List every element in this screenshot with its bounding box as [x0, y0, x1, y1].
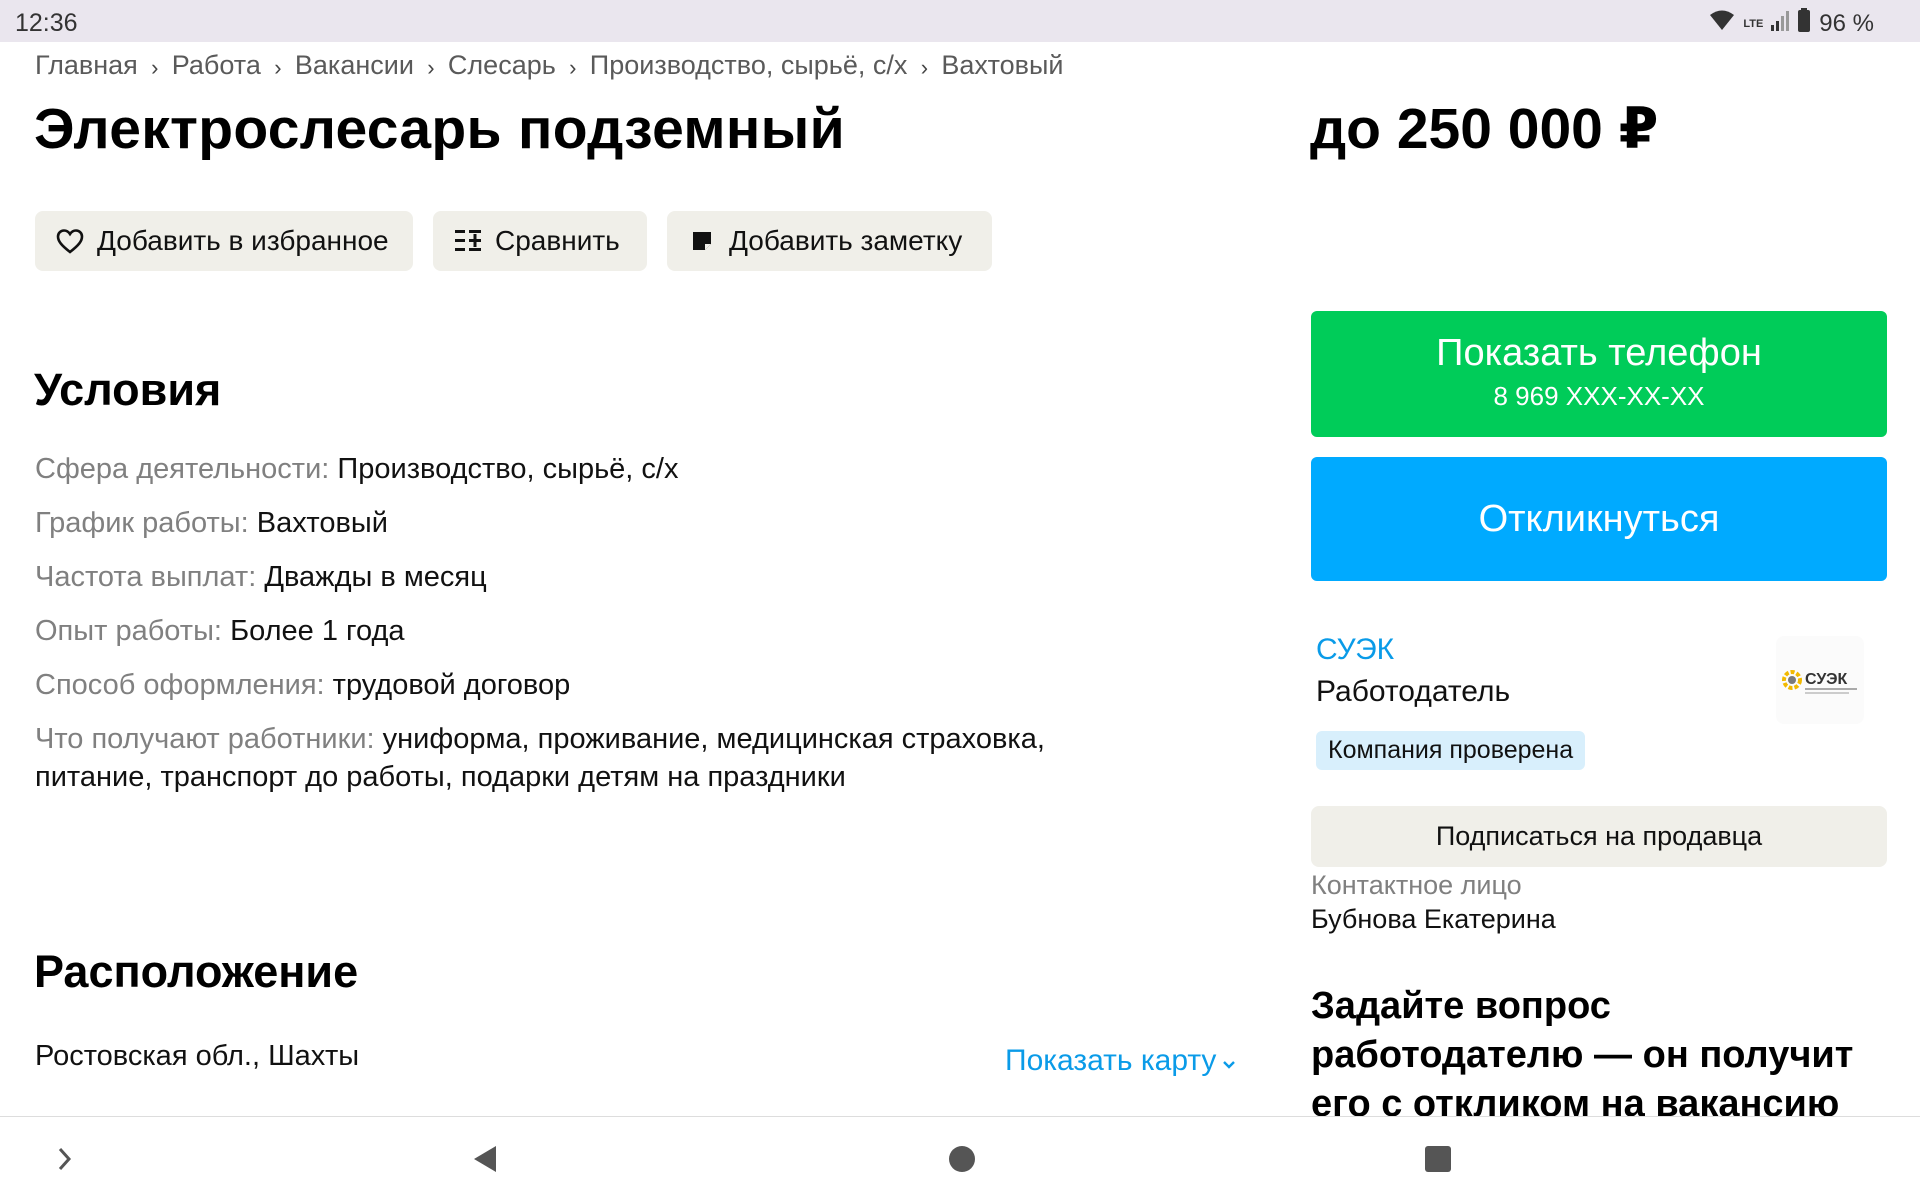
show-phone-label: Показать телефон	[1436, 332, 1762, 374]
phone-number-masked: 8 969 XXX-XX-XX	[1493, 381, 1705, 411]
condition-row: Способ оформления: трудовой договор	[35, 666, 1185, 704]
compare-button[interactable]: Сравнить	[433, 211, 647, 271]
chevron-right-icon: ›	[569, 54, 577, 80]
breadcrumb-item-vacancies[interactable]: Вакансии	[295, 50, 414, 81]
condition-value: Более 1 года	[230, 615, 405, 647]
breadcrumb-item-locksmith[interactable]: Слесарь	[448, 50, 556, 81]
verified-badge: Компания проверена	[1316, 731, 1586, 770]
heart-icon	[55, 226, 85, 256]
contact-person-name: Бубнова Екатерина	[1311, 904, 1556, 934]
ask-question-heading: Задайте вопрос работодателю — он получит…	[1311, 985, 1854, 1116]
condition-row: Сфера деятельности: Производство, сырьё,…	[35, 450, 1185, 488]
show-map-link[interactable]: Показать карту	[1005, 1044, 1236, 1078]
conditions-list: Сфера деятельности: Производство, сырьё,…	[35, 450, 1185, 812]
battery-icon	[1797, 8, 1811, 39]
chevron-right-icon: ›	[920, 54, 929, 80]
signal-icon	[1771, 10, 1790, 38]
breadcrumb-item-schedule[interactable]: Вахтовый	[941, 50, 1063, 81]
breadcrumb-item-home[interactable]: Главная	[35, 50, 138, 81]
condition-value: Производство, сырьё, с/х	[337, 453, 679, 485]
condition-row: Опыт работы: Более 1 года	[35, 612, 1185, 650]
page-title: Электрослесарь подземный	[34, 97, 845, 161]
home-icon[interactable]	[942, 1117, 982, 1201]
wifi-icon	[1709, 9, 1735, 38]
battery-level: 96 %	[1819, 9, 1874, 37]
contact-person-label: Контактное лицо	[1311, 870, 1522, 900]
location-heading: Расположение	[34, 946, 359, 997]
condition-label: Сфера деятельности:	[35, 453, 330, 485]
chevron-right-icon[interactable]	[40, 1117, 90, 1201]
chevron-down-icon	[1222, 1044, 1236, 1078]
condition-label: Частота выплат:	[35, 561, 257, 593]
condition-label: Способ оформления:	[35, 669, 325, 701]
condition-label: График работы:	[35, 507, 249, 539]
network-type: LTE	[1743, 17, 1764, 30]
company-role: Работодатель	[1316, 675, 1511, 708]
respond-button[interactable]: Откликнуться	[1311, 457, 1887, 581]
condition-row: Что получают работники: униформа, прожив…	[35, 720, 1135, 796]
sun-gear-icon	[1782, 670, 1802, 690]
add-to-favorites-button[interactable]: Добавить в избранное	[35, 211, 413, 271]
company-logo-text: СУЭК	[1805, 671, 1847, 688]
recents-icon[interactable]	[1418, 1117, 1458, 1201]
compare-label: Сравнить	[495, 225, 620, 256]
status-bar: 12:36 LTE 96 %	[0, 0, 1920, 42]
condition-row: График работы: Вахтовый	[35, 504, 1185, 542]
chevron-right-icon: ›	[427, 54, 435, 80]
subscribe-seller-button[interactable]: Подписаться на продавца	[1311, 806, 1887, 867]
compare-icon	[453, 226, 483, 256]
condition-value: трудовой договор	[332, 669, 571, 701]
status-icons: LTE 96 %	[1709, 8, 1874, 39]
breadcrumb-item-work[interactable]: Работа	[172, 50, 261, 81]
condition-value: Вахтовый	[256, 507, 388, 539]
add-note-button[interactable]: Добавить заметку	[667, 211, 992, 271]
condition-row: Частота выплат: Дважды в месяц	[35, 558, 1185, 596]
navigation-bar	[0, 1116, 1920, 1200]
condition-value: Дважды в месяц	[264, 561, 487, 593]
company-name-link[interactable]: СУЭК	[1316, 633, 1394, 667]
chevron-right-icon: ›	[151, 54, 159, 80]
add-to-favorites-label: Добавить в избранное	[97, 225, 389, 256]
condition-label: Опыт работы:	[35, 615, 222, 647]
breadcrumb: Главная › Работа › Вакансии › Слесарь › …	[35, 50, 1064, 81]
back-icon[interactable]	[465, 1117, 505, 1201]
add-note-label: Добавить заметку	[729, 225, 963, 256]
condition-label: Что получают работники:	[35, 723, 375, 755]
breadcrumb-item-industry[interactable]: Производство, сырьё, с/х	[590, 50, 908, 81]
location-address: Ростовская обл., Шахты	[35, 1040, 360, 1072]
status-time: 12:36	[15, 9, 78, 37]
note-icon	[687, 226, 717, 256]
chevron-right-icon: ›	[274, 54, 282, 80]
conditions-heading: Условия	[34, 364, 222, 415]
show-map-label: Показать карту	[1005, 1044, 1217, 1077]
company-logo[interactable]: СУЭК	[1776, 636, 1864, 724]
salary: до 250 000 ₽	[1310, 97, 1659, 161]
show-phone-button[interactable]: Показать телефон 8 969 XXX-XX-XX	[1311, 311, 1887, 437]
